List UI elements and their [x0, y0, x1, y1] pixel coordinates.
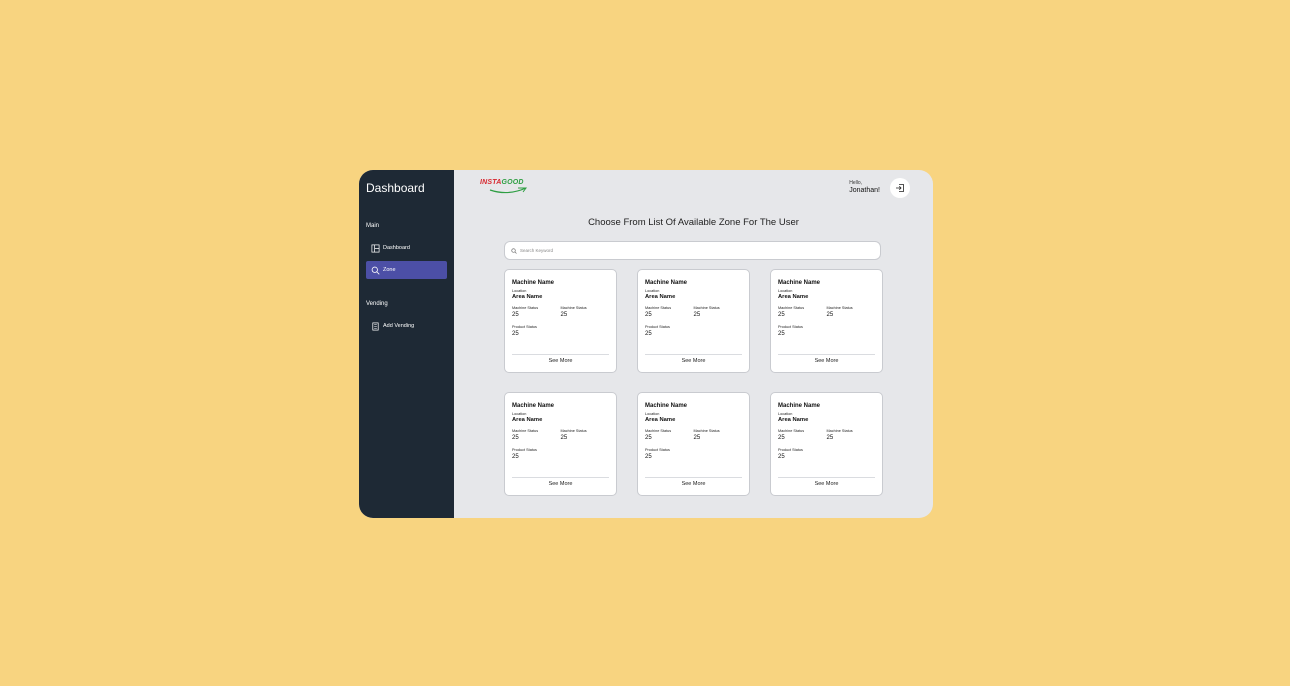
area-name: Area Name [645, 417, 676, 423]
see-more-link[interactable]: See More [638, 358, 749, 364]
machine-name: Machine Name [645, 280, 688, 286]
product-status-value: 25 [778, 454, 785, 460]
product-status-value: 25 [512, 454, 519, 460]
card-divider [512, 477, 609, 478]
card-divider [645, 354, 742, 355]
sidebar-item-zone[interactable]: Zone [366, 261, 447, 279]
machine-status-label: Machine Status [778, 306, 805, 310]
zone-card: Machine Name Location Area Name Machine … [770, 269, 883, 373]
area-name: Area Name [778, 294, 809, 300]
machine-status-value: 25 [778, 312, 785, 318]
machine-status-value: 25 [778, 435, 785, 441]
app-window: Dashboard Main Dashboard Zone Vending Ad… [359, 170, 933, 518]
machine-status-label: Machine Status [560, 306, 587, 310]
see-more-link[interactable]: See More [505, 481, 616, 487]
product-status-label: Product Status [512, 325, 537, 329]
location-label: Location [645, 412, 660, 416]
brand-logo: INSTAGOOD [480, 179, 527, 194]
product-status-label: Product Status [645, 448, 670, 452]
card-divider [512, 354, 609, 355]
sidebar-item-dashboard[interactable]: Dashboard [366, 239, 447, 257]
machine-status-label: Machine Status [512, 306, 539, 310]
search-icon [511, 247, 517, 254]
see-more-link[interactable]: See More [771, 358, 882, 364]
machine-status-label: Machine Status [826, 429, 853, 433]
zone-card: Machine Name Location Area Name Machine … [637, 392, 750, 496]
machine-status-value: 25 [512, 312, 519, 318]
zone-card: Machine Name Location Area Name Machine … [504, 392, 617, 496]
logout-icon [896, 184, 904, 192]
product-status-value: 25 [645, 331, 652, 337]
machine-status-value: 25 [645, 312, 652, 318]
area-name: Area Name [512, 294, 543, 300]
machine-name: Machine Name [778, 280, 821, 286]
product-status-label: Product Status [645, 325, 670, 329]
sidebar-section-vending: Vending [366, 301, 388, 307]
card-divider [778, 477, 875, 478]
search-bar [504, 241, 881, 260]
machine-status-value: 25 [826, 435, 834, 441]
machine-status-label: Machine Status [693, 429, 720, 433]
machine-status-label: Machine Status [645, 306, 672, 310]
sidebar-item-label: Add Vending [383, 323, 415, 329]
machine-status-value: 25 [645, 435, 652, 441]
machine-status-label: Machine Status [560, 429, 587, 433]
area-name: Area Name [645, 294, 676, 300]
machine-status-value: 25 [826, 312, 834, 318]
greeting-text: Hello, [849, 180, 863, 186]
area-name: Area Name [512, 417, 543, 423]
dashboard-icon [371, 244, 380, 252]
zone-card: Machine Name Location Area Name Machine … [637, 269, 750, 373]
card-divider [778, 354, 875, 355]
zone-card-grid: Machine Name Location Area Name Machine … [504, 269, 883, 496]
sidebar-item-add-vending[interactable]: Add Vending [366, 317, 447, 335]
machine-status-value: 25 [512, 435, 519, 441]
sidebar: Dashboard Main Dashboard Zone Vending Ad… [359, 170, 454, 518]
page-title: Choose From List Of Available Zone For T… [588, 217, 799, 228]
product-status-value: 25 [512, 331, 519, 337]
machine-name: Machine Name [512, 280, 555, 286]
see-more-link[interactable]: See More [505, 358, 616, 364]
user-greeting: Hello, Jonathan! [849, 180, 880, 194]
search-input[interactable] [520, 248, 820, 253]
zone-card: Machine Name Location Area Name Machine … [504, 269, 617, 373]
location-label: Location [512, 412, 527, 416]
machine-status-label: Machine Status [512, 429, 539, 433]
zone-card: Machine Name Location Area Name Machine … [770, 392, 883, 496]
machine-name: Machine Name [645, 403, 688, 409]
location-label: Location [778, 289, 793, 293]
product-status-value: 25 [645, 454, 652, 460]
machine-name: Machine Name [512, 403, 555, 409]
location-label: Location [645, 289, 660, 293]
see-more-link[interactable]: See More [771, 481, 882, 487]
sidebar-section-main: Main [366, 223, 380, 229]
machine-status-value: 25 [693, 435, 701, 441]
machine-status-label: Machine Status [826, 306, 853, 310]
machine-name: Machine Name [778, 403, 821, 409]
machine-status-label: Machine Status [645, 429, 672, 433]
product-status-label: Product Status [778, 448, 803, 452]
machine-status-label: Machine Status [778, 429, 805, 433]
product-status-label: Product Status [778, 325, 803, 329]
user-name: Jonathan! [849, 187, 880, 194]
product-status-label: Product Status [512, 448, 537, 452]
machine-status-label: Machine Status [693, 306, 720, 310]
location-label: Location [512, 289, 527, 293]
location-label: Location [778, 412, 793, 416]
main-content: INSTAGOOD Hello, Jonathan! Choose From L… [454, 170, 933, 518]
search-icon [371, 266, 380, 275]
card-divider [645, 477, 742, 478]
area-name: Area Name [778, 417, 809, 423]
see-more-link[interactable]: See More [638, 481, 749, 487]
sidebar-item-label: Zone [383, 267, 396, 273]
machine-status-value: 25 [693, 312, 701, 318]
document-icon [372, 322, 379, 330]
machine-status-value: 25 [560, 312, 568, 318]
sidebar-title: Dashboard [366, 181, 425, 195]
machine-status-value: 25 [560, 435, 568, 441]
product-status-value: 25 [778, 331, 785, 337]
sidebar-item-label: Dashboard [383, 245, 410, 251]
logout-button[interactable] [890, 178, 910, 198]
